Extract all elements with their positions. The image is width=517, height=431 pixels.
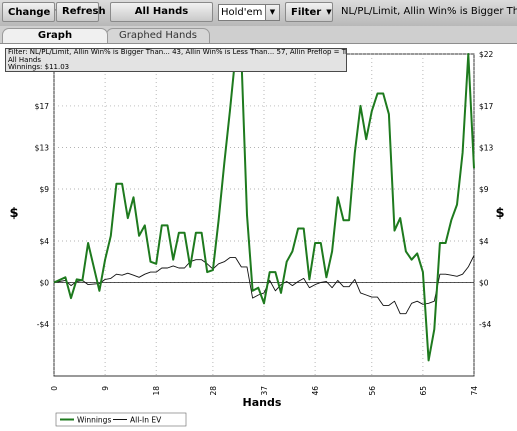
y-tick-label: $17 [35, 102, 50, 111]
y-tick-label: $4 [479, 237, 489, 246]
tab-graphed-hands[interactable]: Graphed Hands [106, 28, 210, 43]
info-winnings-line: Winnings: $11.03 [8, 63, 70, 71]
x-ticks: 0 9 18 28 37 46 56 65 74 [50, 386, 479, 396]
y-tick-label: $4 [39, 237, 49, 246]
y-tick-label: $13 [479, 143, 494, 152]
legend-label-winnings: Winnings [77, 416, 111, 425]
x-tick-label: 28 [209, 386, 218, 396]
filter-label: Filter [291, 7, 322, 18]
y-tick-label: $0 [39, 279, 49, 288]
x-tick-label: 9 [101, 386, 110, 391]
y-tick-label: $9 [479, 185, 489, 194]
legend: Winnings All-In EV [55, 412, 187, 427]
game-type-value: Hold'em [221, 7, 263, 18]
filter-info-box: Filter: NL/PL/Limit, Allin Win% is Bigge… [5, 48, 347, 72]
y-axis-label-right: $ [495, 206, 504, 221]
x-axis-label: Hands [243, 396, 282, 409]
x-tick-label: 65 [419, 386, 428, 396]
x-tick-label: 74 [470, 386, 479, 396]
y-tick-label: -$4 [479, 320, 491, 329]
x-tick-label: 0 [50, 386, 59, 391]
y-tick-label: $22 [479, 50, 494, 59]
y-ticks-left: $22$17$13$9$4$0-$4 [35, 50, 50, 329]
tab-graph[interactable]: Graph [2, 28, 108, 43]
refresh-label: Refresh [62, 6, 106, 17]
refresh-button[interactable]: Refresh [56, 2, 106, 22]
info-filter-line: Filter: NL/PL/Limit, Allin Win% is Bigge… [8, 48, 347, 56]
filter-button[interactable]: Filter ▼ [285, 2, 333, 22]
toolbar: Change▼ Refresh All Hands Hold'em ▼ Filt… [0, 0, 517, 27]
y-tick-label: $0 [479, 279, 489, 288]
x-tick-label: 46 [311, 386, 320, 396]
chevron-down-icon[interactable]: ▼ [265, 5, 279, 20]
y-tick-label: $9 [39, 185, 49, 194]
y-tick-label: -$4 [37, 320, 49, 329]
legend-label-allin-ev: All-In EV [130, 416, 162, 425]
x-tick-label: 56 [368, 386, 377, 396]
x-tick-label: 37 [260, 386, 269, 396]
game-type-select[interactable]: Hold'em ▼ [218, 4, 280, 21]
change-label: Change [8, 7, 51, 18]
y-axis-label-left: $ [9, 206, 18, 221]
y-ticks-right: $22 $17 $13 $9 $4 $0 -$4 [479, 50, 494, 329]
y-tick-label: $13 [35, 143, 50, 152]
chevron-down-icon: ▼ [326, 8, 332, 16]
all-hands-label: All Hands [134, 6, 189, 17]
tab-bar: Graphed Hands Graph [0, 26, 517, 44]
winnings-chart: $22 $17 $13 $9 $4 $0 -$4 $22 $17 $13 $9 $4 $0 -$4 0 9… [9, 50, 505, 427]
y-tick-label: $17 [479, 102, 494, 111]
filter-summary: NL/PL/Limit, Allin Win% is Bigger Than..… [341, 6, 517, 17]
x-tick-label: 18 [152, 386, 161, 396]
change-button[interactable]: Change▼ [2, 2, 61, 22]
chart-area: $22 $17 $13 $9 $4 $0 -$4 $22 $17 $13 $9 $4 $0 -$4 0 9… [0, 44, 517, 431]
all-hands-button[interactable]: All Hands [110, 2, 213, 22]
